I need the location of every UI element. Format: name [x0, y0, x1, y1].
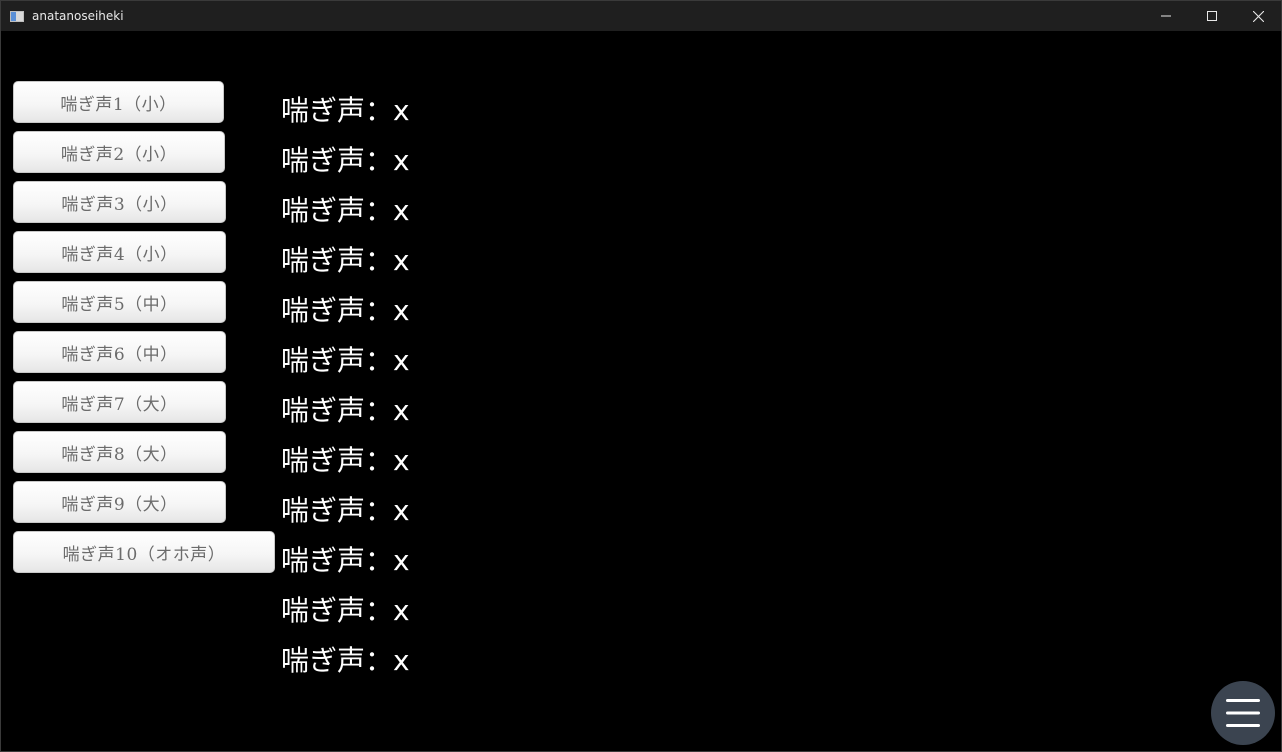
minimize-icon — [1161, 15, 1171, 17]
menu-button[interactable] — [1211, 681, 1275, 745]
voice-button-4[interactable]: 喘ぎ声4（小） — [13, 231, 226, 273]
voice-status-label-10: 喘ぎ声：x — [281, 544, 410, 577]
voice-button-7[interactable]: 喘ぎ声7（大） — [13, 381, 226, 423]
voice-status-label-7: 喘ぎ声：x — [281, 394, 410, 427]
voice-button-10[interactable]: 喘ぎ声10（オホ声） — [13, 531, 275, 573]
voice-status-label-8: 喘ぎ声：x — [281, 444, 410, 477]
voice-status-label-6: 喘ぎ声：x — [281, 344, 410, 377]
maximize-button[interactable] — [1189, 1, 1235, 31]
close-icon — [1252, 10, 1264, 22]
voice-button-3[interactable]: 喘ぎ声3（小） — [13, 181, 226, 223]
main-content: 喘ぎ声1（小） 喘ぎ声2（小） 喘ぎ声3（小） 喘ぎ声4（小） 喘ぎ声5（中） … — [1, 31, 1281, 751]
voice-status-label-4: 喘ぎ声：x — [281, 244, 410, 277]
voice-status-label-1: 喘ぎ声：x — [281, 94, 410, 127]
voice-button-2[interactable]: 喘ぎ声2（小） — [13, 131, 225, 173]
voice-button-6[interactable]: 喘ぎ声6（中） — [13, 331, 226, 373]
voice-button-9[interactable]: 喘ぎ声9（大） — [13, 481, 226, 523]
voice-button-1[interactable]: 喘ぎ声1（小） — [13, 81, 224, 123]
voice-button-5[interactable]: 喘ぎ声5（中） — [13, 281, 226, 323]
title-bar[interactable]: anatanoseiheki — [1, 1, 1281, 31]
voice-button-8[interactable]: 喘ぎ声8（大） — [13, 431, 226, 473]
window-title: anatanoseiheki — [32, 9, 124, 23]
hamburger-menu-icon — [1226, 699, 1260, 727]
close-button[interactable] — [1235, 1, 1281, 31]
app-window: anatanoseiheki 喘ぎ声1（小） 喘ぎ声2（小） 喘ぎ声3（小） 喘… — [0, 0, 1282, 752]
voice-status-label-11: 喘ぎ声：x — [281, 594, 410, 627]
voice-status-label-9: 喘ぎ声：x — [281, 494, 410, 527]
app-window-icon — [10, 10, 24, 22]
voice-status-label-3: 喘ぎ声：x — [281, 194, 410, 227]
minimize-button[interactable] — [1143, 1, 1189, 31]
maximize-icon — [1207, 11, 1217, 21]
voice-status-label-2: 喘ぎ声：x — [281, 144, 410, 177]
voice-status-label-12: 喘ぎ声：x — [281, 644, 410, 677]
voice-status-label-5: 喘ぎ声：x — [281, 294, 410, 327]
